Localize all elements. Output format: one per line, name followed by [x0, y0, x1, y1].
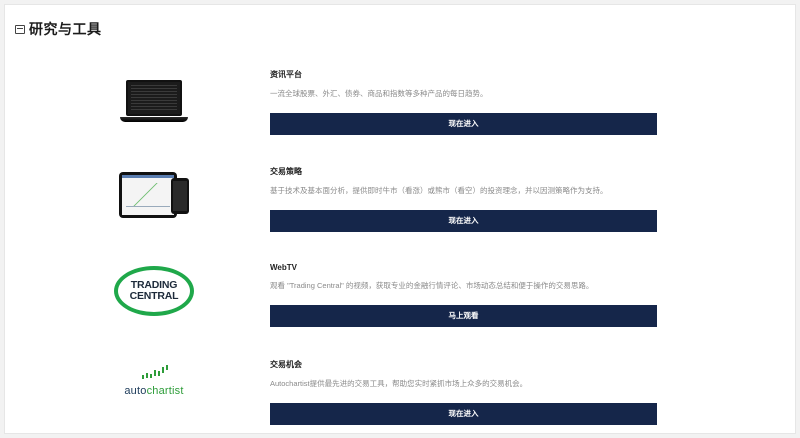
trading-central-logo: TRADING CENTRAL: [109, 263, 199, 319]
tool-description: Autochartist提供最先进的交易工具，帮助您实时紧抓市场上众多的交易机会…: [270, 379, 528, 388]
tool-description: 观看 "Trading Central" 的视频，获取专业的金融行情评论、市场动…: [270, 281, 594, 290]
logo-text: auto: [124, 385, 147, 397]
autochartist-logo: autochartist: [109, 363, 199, 403]
tool-description: 一流全球股票、外汇、债券、商品和指数等多种产品的每日趋势。: [270, 89, 488, 98]
laptop-image: [109, 77, 199, 125]
section-header: 研究与工具: [15, 19, 102, 39]
enter-button[interactable]: 现在进入: [270, 113, 657, 135]
watch-button[interactable]: 马上观看: [270, 305, 657, 327]
inbox-icon: [15, 24, 25, 34]
enter-button[interactable]: 现在进入: [270, 210, 657, 232]
logo-text: CENTRAL: [129, 290, 179, 302]
page-title: 研究与工具: [29, 21, 102, 37]
tablet-phone-image: [109, 170, 199, 222]
tool-name: 资讯平台: [270, 70, 302, 79]
enter-button[interactable]: 现在进入: [270, 403, 657, 425]
tool-description: 基于技术及基本面分析，提供即时牛市（看涨）或熊市（看空）的投资理念，并以因测策略…: [270, 186, 608, 195]
logo-text: chartist: [146, 385, 184, 397]
tool-name: WebTV: [270, 263, 297, 272]
research-tools-panel: 研究与工具 资讯平台 一流全球股票、外汇、债券、商品和指数等多种产品的每日趋势。…: [4, 4, 796, 434]
tool-name: 交易机会: [270, 360, 302, 369]
tool-name: 交易策略: [270, 167, 302, 176]
